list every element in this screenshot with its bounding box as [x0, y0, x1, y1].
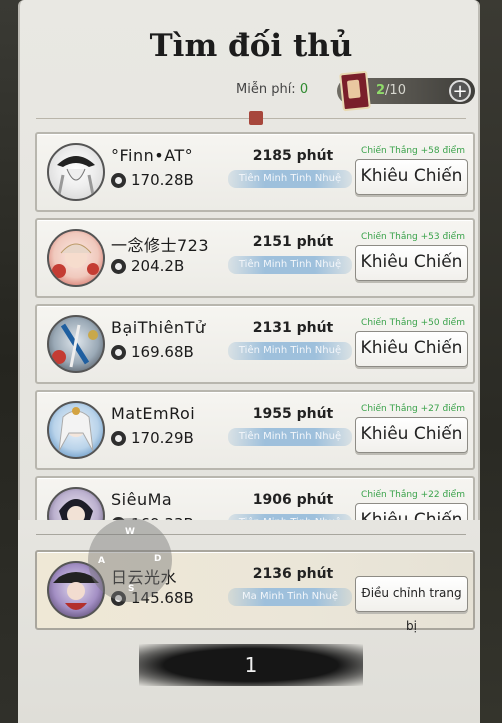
opponent-avatar[interactable] [47, 143, 105, 201]
opponent-card: MatEmRoi 170.29B 1955 phút Tiên Minh Tin… [35, 390, 475, 470]
opponent-power: 204.2B [131, 257, 185, 275]
joystick-key-s: S [128, 584, 135, 594]
right-backdrop [480, 0, 502, 723]
opponent-rank: Tiên Minh Tinh Nhuệ [228, 256, 352, 274]
opponent-name: BạiThiênTử [111, 318, 206, 337]
movement-joystick[interactable]: W A S D [88, 518, 172, 602]
win-points: Chiến Thắng +53 điểm [361, 232, 465, 242]
free-attempts: Miễn phí: 0 [236, 82, 308, 97]
challenge-button[interactable]: Khiêu Chiến [355, 331, 468, 367]
win-points: Chiến Thắng +58 điểm [361, 146, 465, 156]
opponent-name: 一念修士723 [111, 236, 210, 255]
joystick-key-w: W [125, 527, 135, 537]
opponent-minutes: 1906 phút [252, 492, 334, 508]
page-title: Tìm đối thủ [149, 28, 353, 64]
seal-ornament-icon [249, 111, 263, 125]
opponent-minutes: 2131 phút [252, 320, 334, 336]
opponent-name: °Finn•AT° [111, 146, 194, 165]
opponent-card: 一念修士723 204.2B 2151 phút Tiên Minh Tinh … [35, 218, 475, 298]
challenge-button[interactable]: Khiêu Chiến [355, 159, 468, 195]
joystick-key-a: A [98, 556, 105, 566]
power-icon [111, 345, 126, 360]
adjust-equipment-button[interactable]: Điều chỉnh trang bị [355, 576, 468, 633]
opponent-card: BạiThiênTử 169.68B 2131 phút Tiên Minh T… [35, 304, 475, 384]
win-points: Chiến Thắng +22 điểm [361, 490, 465, 500]
power-icon [111, 259, 126, 274]
joystick-key-d: D [154, 554, 162, 564]
ticket-current: 2 [376, 83, 386, 98]
power-icon [111, 431, 126, 446]
free-value: 0 [299, 82, 309, 97]
opponent-power: 170.28B [131, 171, 194, 189]
page-indicator[interactable]: 1 [139, 644, 363, 686]
self-rank: Ma Minh Tinh Nhuệ [228, 588, 352, 606]
avatar-portrait-icon [57, 156, 95, 196]
opponent-power: 169.68B [131, 343, 194, 361]
ticket-count: 2/10 [376, 83, 406, 98]
avatar-portrait-icon [52, 323, 98, 368]
challenge-button[interactable]: Khiêu Chiến [355, 417, 468, 453]
opponent-rank: Tiên Minh Tinh Nhuệ [228, 342, 352, 360]
opponent-avatar[interactable] [47, 315, 105, 373]
power-icon [111, 173, 126, 188]
ticket-max: /10 [385, 83, 406, 98]
win-points: Chiến Thắng +27 điểm [361, 404, 465, 414]
opponent-rank: Tiên Minh Tinh Nhuệ [228, 428, 352, 446]
opponent-minutes: 2151 phút [252, 234, 334, 250]
self-minutes: 2136 phút [252, 566, 334, 582]
challenge-button[interactable]: Khiêu Chiến [355, 245, 468, 281]
add-ticket-button[interactable]: + [449, 80, 471, 102]
opponent-minutes: 2185 phút [252, 148, 334, 164]
challenge-ticket-icon [339, 70, 371, 112]
opponent-power: 170.29B [131, 429, 194, 447]
opponent-avatar[interactable] [47, 229, 105, 287]
free-label: Miễn phí: [236, 82, 296, 97]
win-points: Chiến Thắng +50 điểm [361, 318, 465, 328]
opponent-avatar[interactable] [47, 401, 105, 459]
avatar-portrait-icon [52, 243, 99, 278]
opponent-name: SiêuMa [111, 490, 173, 509]
page-number: 1 [244, 653, 258, 677]
opponent-minutes: 1955 phút [252, 406, 334, 422]
opponent-rank: Tiên Minh Tinh Nhuệ [228, 170, 352, 188]
opponent-card: °Finn•AT° 170.28B 2185 phút Tiên Minh Ti… [35, 132, 475, 212]
opponent-name: MatEmRoi [111, 404, 196, 423]
avatar-portrait-icon [58, 407, 94, 452]
